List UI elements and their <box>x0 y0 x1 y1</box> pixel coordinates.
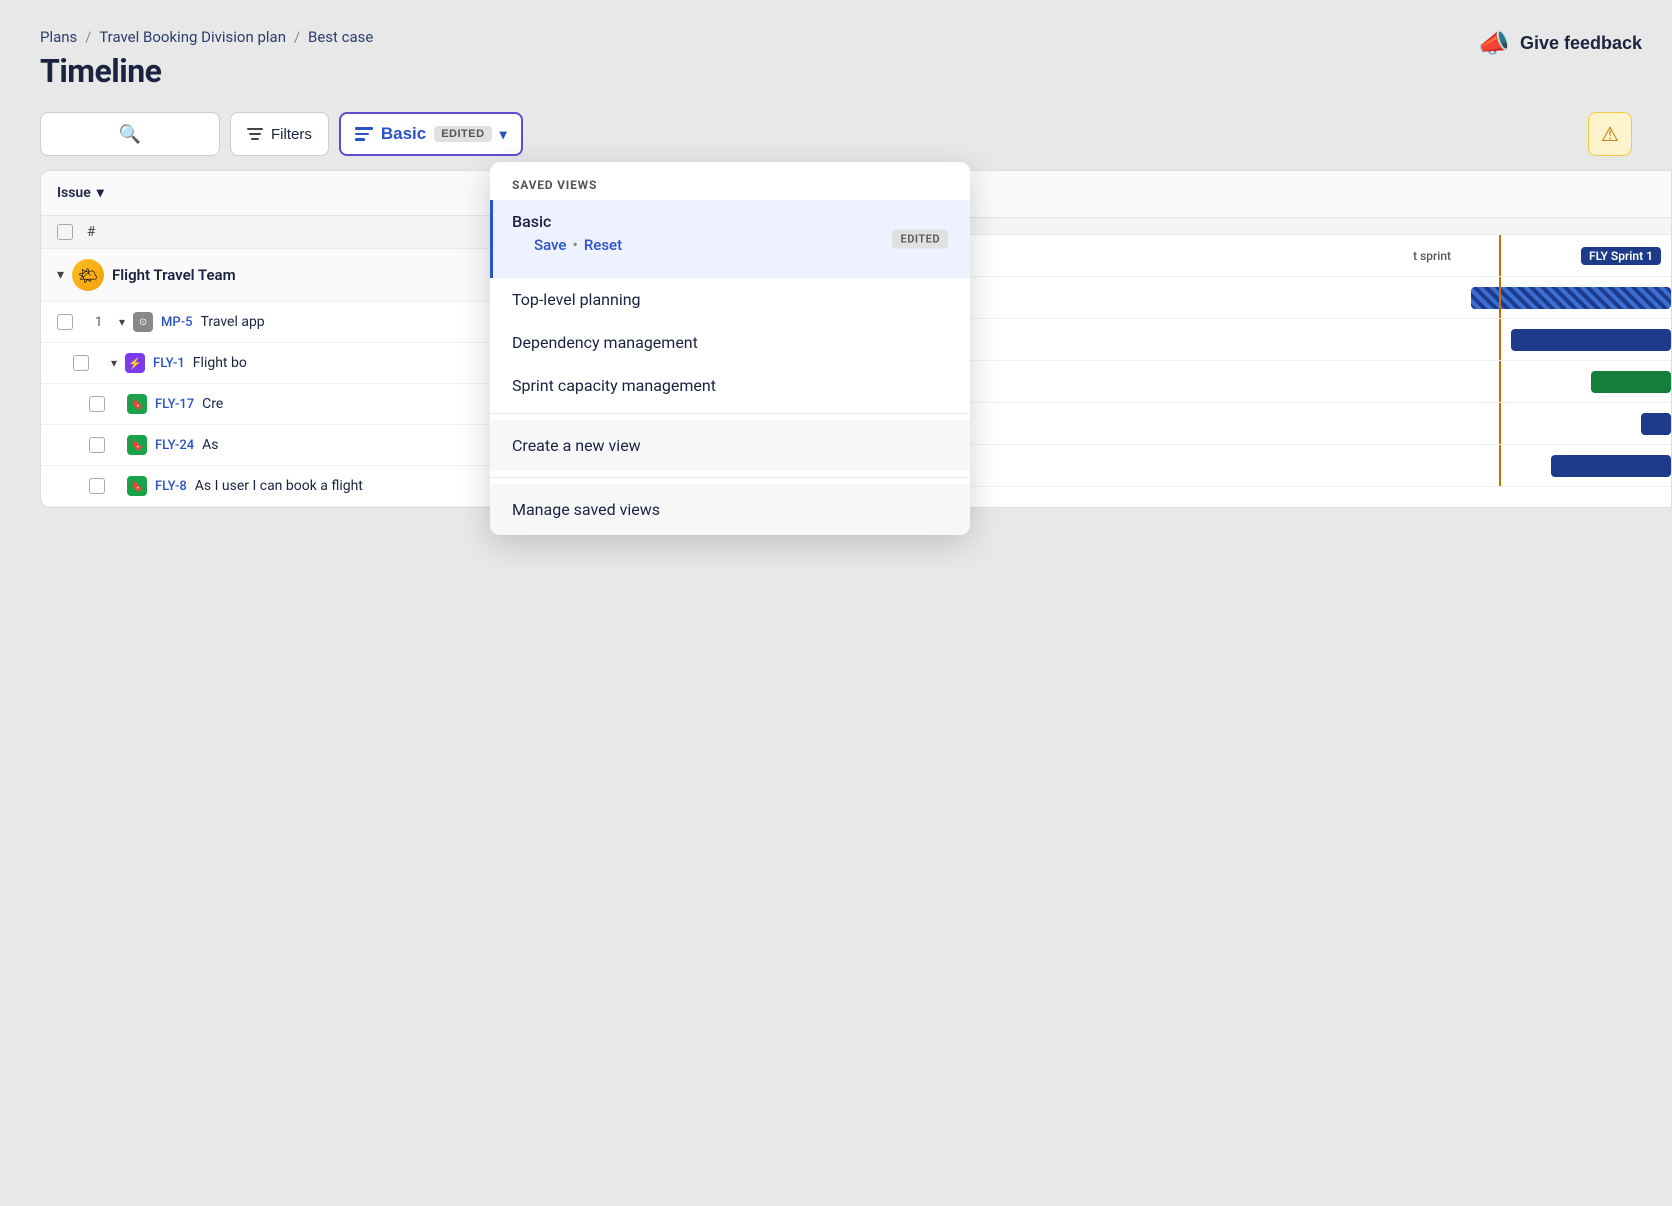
dropdown-item-sprint-capacity[interactable]: Sprint capacity management <box>490 364 970 407</box>
timeline-bar[interactable] <box>1591 371 1671 393</box>
today-line <box>1499 403 1501 444</box>
issue-id[interactable]: FLY-17 <box>155 397 194 412</box>
issue-type-icon: 🔖 <box>127 476 147 496</box>
saved-views-section-header: SAVED VIEWS <box>490 162 970 200</box>
page-title: Timeline <box>40 52 1632 90</box>
team-name-label: Flight Travel Team <box>112 266 236 284</box>
timeline-bar[interactable] <box>1551 455 1671 477</box>
breadcrumb: Plans / Travel Booking Division plan / B… <box>40 28 1632 46</box>
sprint-label: t sprint <box>1413 249 1451 263</box>
dot-separator: • <box>572 235 577 254</box>
feedback-icon: 📣 <box>1478 28 1510 59</box>
toolbar: 🔍 Filters Basic EDITED ▾ ⚠ <box>0 90 1672 170</box>
issue-type-icon: ⊙ <box>133 312 153 332</box>
dropdown-item-dependency[interactable]: Dependency management <box>490 321 970 364</box>
today-line <box>1499 235 1501 276</box>
filter-icon <box>247 128 263 140</box>
today-line <box>1499 361 1501 402</box>
issue-title: Travel app <box>201 314 265 330</box>
save-link[interactable]: Save <box>534 236 566 254</box>
warning-icon: ⚠ <box>1601 122 1619 146</box>
issue-title: As <box>202 437 218 453</box>
today-line <box>1499 445 1501 486</box>
row-checkbox[interactable] <box>89 437 119 453</box>
breadcrumb-bestcase[interactable]: Best case <box>308 28 373 46</box>
row-checkbox[interactable] <box>89 478 119 494</box>
issue-id[interactable]: FLY-1 <box>153 356 185 371</box>
row-checkbox[interactable] <box>89 396 119 412</box>
saved-views-dropdown: SAVED VIEWS Basic Save • Reset EDITED To… <box>490 162 970 535</box>
filters-button[interactable]: Filters <box>230 112 329 156</box>
edited-badge-dropdown: EDITED <box>892 230 948 249</box>
view-label: Basic <box>381 124 426 144</box>
row-checkbox[interactable] <box>73 355 103 371</box>
issue-id[interactable]: FLY-24 <box>155 438 194 453</box>
search-box[interactable]: 🔍 <box>40 112 220 156</box>
chevron-down-icon: ▾ <box>97 185 104 201</box>
select-all-checkbox[interactable] <box>57 224 87 240</box>
issue-column-header[interactable]: Issue ▾ <box>57 185 104 201</box>
table-row: 🔖 FLY-24 As <box>41 425 539 466</box>
issue-title: As I user I can book a flight <box>195 478 363 494</box>
dropdown-item-manage-views[interactable]: Manage saved views <box>490 484 970 535</box>
issue-type-icon: 🔖 <box>127 394 147 414</box>
search-icon: 🔍 <box>119 124 141 145</box>
chevron-down-icon[interactable]: ▾ <box>119 315 125 329</box>
table-row: 1 ▾ ⊙ MP-5 Travel app <box>41 302 539 343</box>
reset-link[interactable]: Reset <box>584 236 622 254</box>
table-row: 🔖 FLY-17 Cre <box>41 384 539 425</box>
create-view-label: Create a new view <box>512 436 641 455</box>
breadcrumb-sep-2: / <box>294 28 300 46</box>
table-col-header: # <box>41 216 539 249</box>
dropdown-divider-2 <box>490 477 970 478</box>
chevron-down-icon[interactable]: ▾ <box>57 267 64 283</box>
timeline-bar[interactable] <box>1641 413 1671 435</box>
table-row: ▾ ⚡ FLY-1 Flight bo <box>41 343 539 384</box>
hash-header: # <box>87 224 95 240</box>
feedback-label: Give feedback <box>1520 33 1642 54</box>
issue-id[interactable]: MP-5 <box>161 315 192 330</box>
row-checkbox[interactable] <box>57 314 87 330</box>
issue-type-icon: 🔖 <box>127 435 147 455</box>
basic-view-label: Basic <box>512 212 948 231</box>
today-line <box>1499 277 1501 318</box>
dependency-management-label: Dependency management <box>512 333 698 352</box>
issue-id[interactable]: FLY-8 <box>155 479 187 494</box>
dropdown-item-create-view[interactable]: Create a new view <box>490 420 970 471</box>
sprint-capacity-label: Sprint capacity management <box>512 376 716 395</box>
table-row: ▾ 🌤 Flight Travel Team <box>41 249 539 302</box>
breadcrumb-division[interactable]: Travel Booking Division plan <box>99 28 286 46</box>
chevron-down-icon: ▾ <box>500 126 507 143</box>
row-number: 1 <box>95 315 111 330</box>
warning-button[interactable]: ⚠ <box>1588 112 1632 156</box>
top-level-planning-label: Top-level planning <box>512 290 641 309</box>
view-dropdown-button[interactable]: Basic EDITED ▾ <box>339 112 523 156</box>
header: Plans / Travel Booking Division plan / B… <box>0 0 1672 90</box>
dropdown-item-basic-active[interactable]: Basic Save • Reset EDITED <box>490 200 970 278</box>
fly-sprint-tag: FLY Sprint 1 <box>1581 247 1661 265</box>
timeline-bar[interactable] <box>1471 287 1671 309</box>
give-feedback-button[interactable]: 📣 Give feedback <box>1478 28 1642 59</box>
table-header: Issue ▾ <box>41 171 539 216</box>
issue-title: Cre <box>202 396 223 412</box>
save-reset-row: Save • Reset <box>512 231 948 266</box>
today-line <box>1499 319 1501 360</box>
avatar: 🌤 <box>72 259 104 291</box>
issue-title: Flight bo <box>193 355 247 371</box>
timeline-bar[interactable] <box>1511 329 1671 351</box>
table-row: 🔖 FLY-8 As I user I can book a flight <box>41 466 539 507</box>
table-area: Issue ▾ # ▾ 🌤 Flight Travel Team 1 ▾ <box>40 170 540 508</box>
filters-label: Filters <box>271 126 312 143</box>
dropdown-divider <box>490 413 970 414</box>
issue-type-icon: ⚡ <box>125 353 145 373</box>
chevron-down-icon[interactable]: ▾ <box>111 356 117 370</box>
manage-views-label: Manage saved views <box>512 500 660 519</box>
view-icon <box>355 127 373 141</box>
dropdown-item-top-level[interactable]: Top-level planning <box>490 278 970 321</box>
breadcrumb-plans[interactable]: Plans <box>40 28 77 46</box>
breadcrumb-sep-1: / <box>85 28 91 46</box>
edited-badge: EDITED <box>434 126 491 142</box>
